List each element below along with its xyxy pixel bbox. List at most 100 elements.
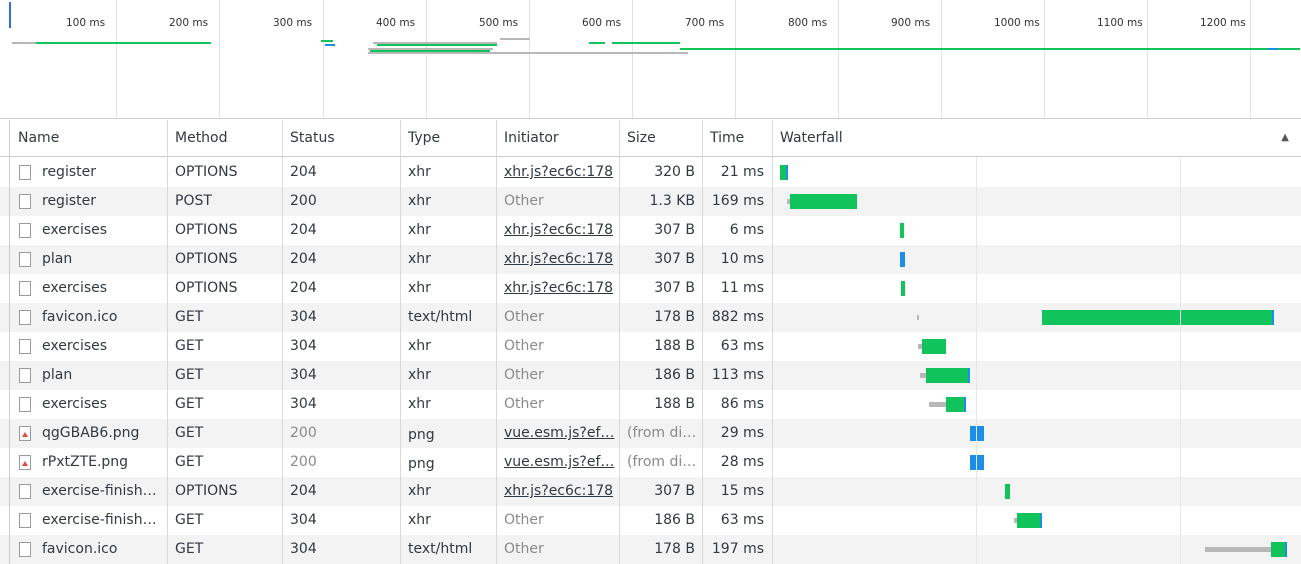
column-divider[interactable] [702,120,703,564]
table-row[interactable]: plan GET 304 xhr Other 186 B 113 ms [0,361,1301,390]
request-status: 304 [290,512,317,528]
waterfall-content-download-bar [1285,542,1287,557]
waterfall-timing-bar[interactable] [970,455,984,470]
initiator-link[interactable]: vue.esm.js?ef… [504,425,614,441]
waterfall-timing-bar[interactable] [1005,484,1010,499]
table-row[interactable]: exercise-finish… GET 304 xhr Other 186 B 63 ms [0,506,1301,535]
request-time: 21 ms [720,164,764,180]
file-icon [19,368,31,383]
image-icon [19,455,31,470]
initiator-link[interactable]: xhr.js?ec6c:178 [504,222,613,238]
sort-ascending-icon[interactable]: ▲ [1281,120,1289,156]
column-header-method[interactable]: Method [167,120,283,156]
request-method: GET [175,454,204,470]
table-row[interactable]: rPxtZTE.png GET 200 png vue.esm.js?ef… (from … [0,448,1301,477]
column-divider[interactable] [496,120,497,564]
table-row[interactable]: qgGBAB6.png GET 200 png vue.esm.js?ef… (from … [0,419,1301,448]
overview-gridline [632,0,633,118]
waterfall-timing-bar[interactable] [926,368,970,383]
waterfall-content-download-bar [786,165,788,180]
overview-tick-label: 900 ms [891,17,931,29]
initiator-link[interactable]: xhr.js?ec6c:178 [504,280,613,296]
overview-gridline [941,0,942,118]
request-initiator: vue.esm.js?ef… [496,448,620,477]
request-type: xhr [408,338,431,354]
request-status: 304 [290,309,317,325]
table-row[interactable]: exercises GET 304 xhr Other 188 B 86 ms [0,390,1301,419]
request-name: plan [42,367,73,383]
waterfall-timing-bar[interactable] [970,426,984,441]
request-time: 28 ms [720,454,764,470]
request-type: xhr [408,512,431,528]
waterfall-content-download-bar [964,397,966,412]
column-header-waterfall[interactable]: Waterfall ▲ [772,120,1301,156]
overview-gridline [838,0,839,118]
overview-request-bar [325,44,335,46]
overview-gridline [323,0,324,118]
table-row[interactable]: plan OPTIONS 204 xhr xhr.js?ec6c:178 307 B 10 … [0,245,1301,274]
column-divider[interactable] [167,120,168,564]
waterfall-timing-bar[interactable] [1017,513,1042,528]
waterfall-timing-bar[interactable] [900,223,904,238]
column-header-initiator[interactable]: Initiator [496,120,620,156]
column-header-size[interactable]: Size [619,120,703,156]
waterfall-timing-bar[interactable] [946,397,966,412]
timeline-start-marker [9,2,11,28]
request-size: 307 B [654,222,695,238]
overview-tick-label: 700 ms [685,17,725,29]
request-type: xhr [408,280,431,296]
column-divider[interactable] [619,120,620,564]
column-header-time[interactable]: Time [702,120,772,156]
initiator-link[interactable]: xhr.js?ec6c:178 [504,164,613,180]
waterfall-timing-bar[interactable] [901,281,905,296]
waterfall-timing-bar[interactable] [922,339,946,354]
table-row[interactable]: exercises OPTIONS 204 xhr xhr.js?ec6c:178 307… [0,216,1301,245]
overview-gridline [735,0,736,118]
initiator-link[interactable]: vue.esm.js?ef… [504,454,614,470]
request-size: 307 B [654,483,695,499]
request-type: text/html [408,541,473,557]
column-divider[interactable] [282,120,283,564]
request-name: rPxtZTE.png [42,454,129,470]
overview-gridline [1250,0,1251,118]
column-divider[interactable] [772,120,773,564]
initiator-link[interactable]: xhr.js?ec6c:178 [504,483,613,499]
waterfall-timing-bar[interactable] [790,194,857,209]
table-left-border [9,120,10,564]
column-header-name[interactable]: Name [10,120,168,156]
column-divider[interactable] [400,120,401,564]
waterfall-timing-bar[interactable] [1042,310,1274,325]
request-initiator: Other [504,367,544,383]
request-initiator: xhr.js?ec6c:178 [496,216,620,245]
request-size: 186 B [654,367,695,383]
table-row[interactable]: favicon.ico GET 304 text/html Other 178 B 882 … [0,303,1301,332]
request-method: GET [175,512,204,528]
table-row[interactable]: exercises GET 304 xhr Other 188 B 63 ms [0,332,1301,361]
waterfall-gridline [1180,157,1181,564]
column-header-type[interactable]: Type [400,120,496,156]
table-row[interactable]: favicon.ico GET 304 text/html Other 178 B 197 … [0,535,1301,564]
table-row[interactable]: register OPTIONS 204 xhr xhr.js?ec6c:178 320 … [0,158,1301,187]
request-name: plan [42,251,73,267]
timeline-overview[interactable]: 100 ms 200 ms 300 ms 400 ms 500 ms 600 ms 700 … [0,0,1301,119]
request-type: xhr [408,367,431,383]
waterfall-timing-bar[interactable] [900,252,905,267]
overview-request-bar [680,48,1300,50]
overview-gridline [426,0,427,118]
table-row[interactable]: exercises OPTIONS 204 xhr xhr.js?ec6c:178 307… [0,274,1301,303]
request-type: xhr [408,222,431,238]
request-method: OPTIONS [175,164,238,180]
request-name: favicon.ico [42,541,118,557]
table-row[interactable]: exercise-finish… OPTIONS 204 xhr xhr.js?ec6c… [0,477,1301,506]
table-row[interactable]: register POST 200 xhr Other 1.3 KB 169 ms [0,187,1301,216]
request-method: GET [175,367,204,383]
column-header-status[interactable]: Status [282,120,400,156]
table-header: Name Method Status Type Initiator Size T… [0,120,1301,157]
request-name: register [42,164,96,180]
request-size: 307 B [654,280,695,296]
request-initiator: Other [504,309,544,325]
waterfall-label: Waterfall [780,130,843,146]
request-status: 304 [290,338,317,354]
initiator-link[interactable]: xhr.js?ec6c:178 [504,251,613,267]
overview-request-bar [589,42,605,44]
